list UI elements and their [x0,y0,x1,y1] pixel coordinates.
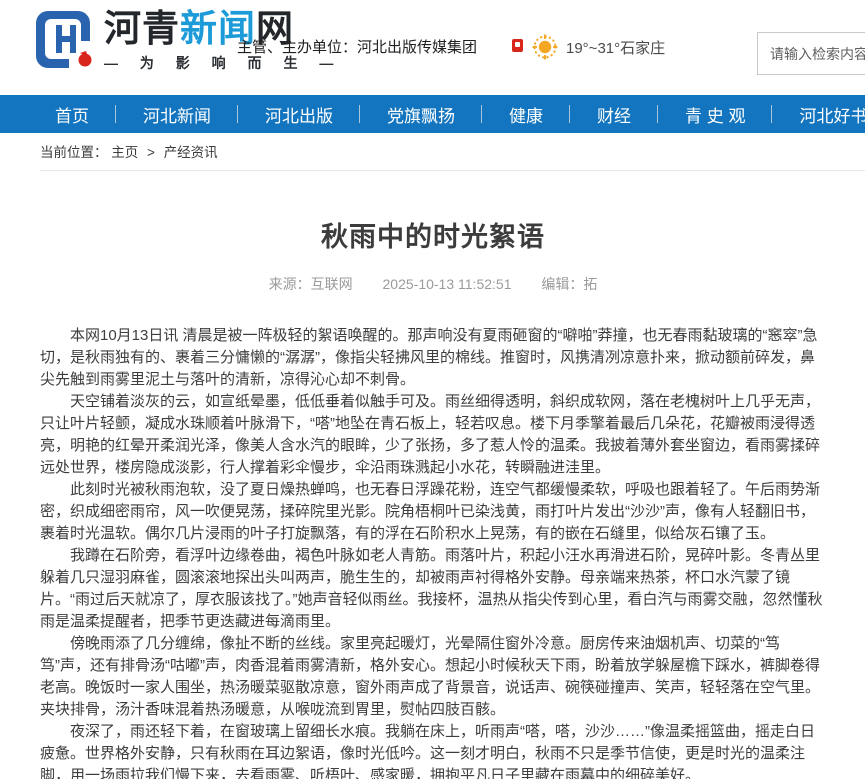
site-header: 河青新闻网 — 为 影 响 而 生 — 主管、主办单位：河北出版传媒集团 19°… [0,0,865,95]
weather-text: 19°~31°石家庄 [566,37,665,58]
article-paragraph: 夜深了，雨还轻下着，在窗玻璃上留细长水痕。我躺在床上，听雨声“嗒，嗒，沙沙……”… [40,721,826,779]
nav-item[interactable]: 党旗飘扬 [360,95,482,133]
breadcrumb-label: 当前位置： [40,145,108,160]
article-paragraph: 天空铺着淡灰的云，如宣纸晕墨，低低垂着似触手可及。雨丝细得透明，斜织成软网，落在… [40,391,826,479]
main-nav: 首页河北新闻河北出版党旗飘扬健康财经青 史 观河北好书全民辟谣 [0,95,865,133]
logo-part-heqing: 河青 [104,8,180,49]
nav-item[interactable]: 河北出版 [238,95,360,133]
article-title: 秋雨中的时光絮语 [40,215,826,254]
article-paragraph: 傍晚雨添了几分缠绵，像扯不断的丝线。家里亮起暖灯，光晕隔住窗外冷意。厨房传来油烟… [40,633,826,721]
article-body: 本网10月13日讯 清晨是被一阵极轻的絮语唤醒的。那声响没有夏雨砸窗的“噼啪”莽… [40,325,826,779]
article-paragraph: 此刻时光被秋雨泡软，没了夏日燥热蝉鸣，也无春日浮躁花粉，连空气都缓慢柔软，呼吸也… [40,479,826,545]
sponsor-text: 主管、主办单位：河北出版传媒集团 [237,36,477,57]
article-paragraph: 我蹲在石阶旁，看浮叶边缘卷曲，褐色叶脉如老人青筋。雨落叶片，积起小汪水再滑进石阶… [40,545,826,633]
article-source: 来源：互联网 [269,276,353,292]
article-paragraph: 本网10月13日讯 清晨是被一阵极轻的絮语唤醒的。那声响没有夏雨砸窗的“噼啪”莽… [40,325,826,391]
logo-icon [34,7,98,71]
nav-item[interactable]: 健康 [482,95,570,133]
article-meta: 来源：互联网 2025-10-13 11:52:51 编辑：拓 [40,274,826,294]
article-editor: 编辑：拓 [541,276,597,292]
nav-item[interactable]: 河北好书 [772,95,865,133]
nav-item[interactable]: 财经 [570,95,658,133]
page: 河青新闻网 — 为 影 响 而 生 — 主管、主办单位：河北出版传媒集团 19°… [0,0,865,779]
nav-item[interactable]: 首页 [28,95,116,133]
sun-icon [532,34,558,60]
weather-widget: 19°~31°石家庄 [512,33,665,61]
breadcrumb-category-link[interactable]: 产经资讯 [164,145,218,160]
article-datetime: 2025-10-13 11:52:51 [383,276,512,292]
nav-item[interactable]: 青 史 观 [658,95,772,133]
search-input[interactable] [757,32,865,75]
weather-alert-icon [512,39,523,52]
article: 秋雨中的时光絮语 来源：互联网 2025-10-13 11:52:51 编辑：拓… [0,215,865,779]
nav-item[interactable]: 河北新闻 [116,95,238,133]
breadcrumb-home-link[interactable]: 主页 [111,145,138,160]
breadcrumb: 当前位置： 主页 > 产经资讯 [40,133,865,171]
breadcrumb-separator: > [147,145,155,160]
